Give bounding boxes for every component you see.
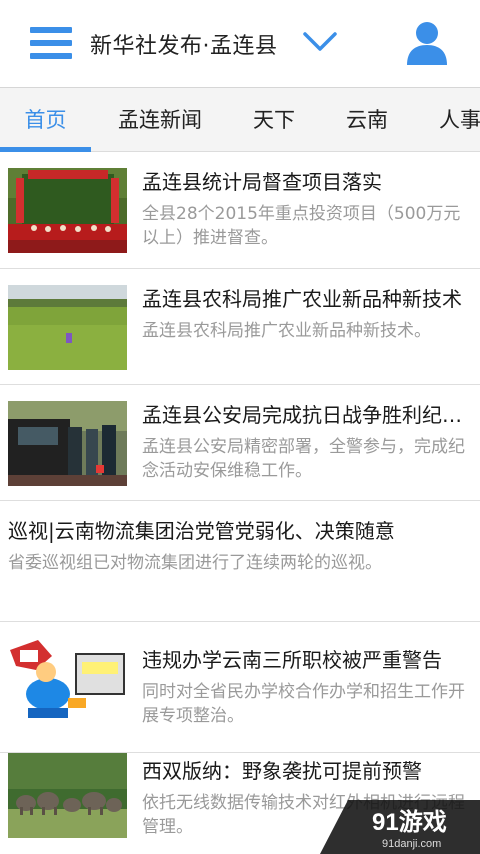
event-stage-photo: [8, 168, 127, 253]
news-title: 巡视|云南物流集团治党管党弱化、决策随意: [8, 519, 395, 543]
rice-field-photo: [8, 285, 127, 370]
news-item[interactable]: 巡视|云南物流集团治党管党弱化、决策随意 省委巡视组已对物流集团进行了连续两轮的…: [0, 501, 480, 622]
news-title: 违规办学云南三所职校被严重警告: [142, 648, 442, 672]
svg-text:91游戏: 91游戏: [372, 808, 447, 836]
news-item[interactable]: 孟连县统计局督查项目落实 全县28个2015年重点投资项目（500万元以上）推进…: [0, 152, 480, 269]
app-header: 新华社发布·孟连县: [0, 0, 480, 88]
site-watermark: 91游戏 91danji.com: [320, 800, 480, 854]
news-title: 孟连县农科局推广农业新品种新技术: [142, 287, 462, 311]
app-title[interactable]: 新华社发布·孟连县: [90, 28, 278, 60]
news-item[interactable]: 违规办学云南三所职校被严重警告 同时对全省民办学校合作办学和招生工作开展专项整治…: [0, 622, 480, 753]
tab-world[interactable]: 天下: [243, 88, 305, 151]
svg-text:91danji.com: 91danji.com: [382, 838, 441, 850]
news-summary: 孟连县农科局推广农业新品种新技术。: [142, 321, 431, 341]
news-summary: 同时对全省民办学校合作办学和招生工作开展专项整治。: [142, 682, 465, 726]
news-title: 孟连县统计局督查项目落实: [142, 170, 382, 194]
cartoon-illustration: [8, 636, 127, 726]
elephants-photo: [8, 753, 127, 838]
tab-yunnan[interactable]: 云南: [337, 88, 397, 151]
news-summary: 省委巡视组已对物流集团进行了连续两轮的巡视。: [8, 553, 382, 573]
hamburger-menu-icon[interactable]: [30, 27, 72, 59]
police-car-photo: [8, 401, 127, 486]
news-title: 孟连县公安局完成抗日战争胜利纪念活动安保维稳工作: [142, 403, 468, 427]
user-profile-icon[interactable]: [406, 20, 448, 66]
tab-home[interactable]: 首页: [0, 88, 91, 151]
news-summary: 全县28个2015年重点投资项目（500万元以上）推进督查。: [142, 204, 461, 248]
news-summary: 孟连县公安局精密部署，全警参与，完成纪念活动安保维稳工作。: [142, 437, 465, 481]
category-tabs: 首页 孟连新闻 天下 云南 人事: [0, 88, 480, 152]
tab-menglian-news[interactable]: 孟连新闻: [106, 88, 214, 151]
news-title: 西双版纳：野象袭扰可提前预警: [142, 759, 422, 783]
tab-personnel[interactable]: 人事: [430, 88, 480, 151]
news-item[interactable]: 孟连县公安局完成抗日战争胜利纪念活动安保维稳工作 孟连县公安局精密部署，全警参与…: [0, 385, 480, 501]
chevron-down-icon[interactable]: [302, 30, 338, 54]
news-item[interactable]: 孟连县农科局推广农业新品种新技术 孟连县农科局推广农业新品种新技术。: [0, 269, 480, 385]
